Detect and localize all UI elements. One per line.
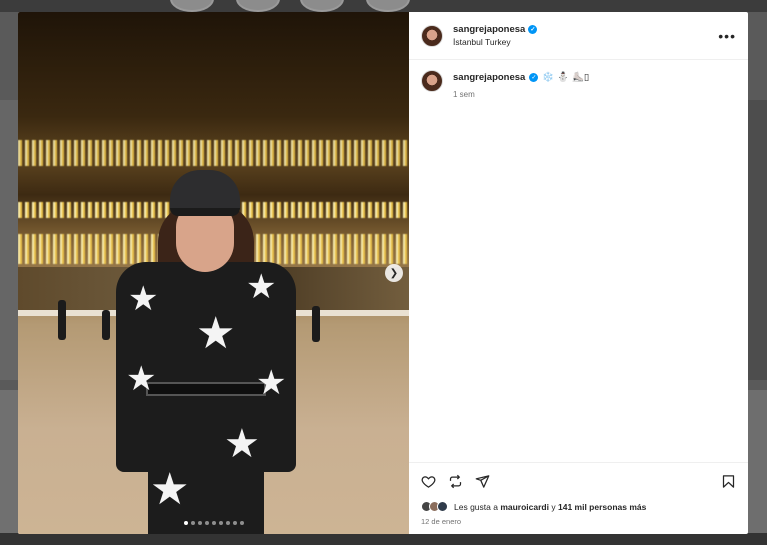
caption: sangrejaponesa ✓ ❄️ ⛄ ⛸️▯ 1 sem: [409, 60, 748, 109]
star-icon: ★: [246, 267, 277, 307]
caption-text: ❄️ ⛄ ⛸️▯: [542, 72, 590, 83]
caption-timestamp[interactable]: 1 sem: [453, 90, 589, 99]
likes-count-link[interactable]: 141 mil personas más: [558, 502, 646, 512]
liker-avatars: [421, 501, 448, 512]
post-details: sangrejaponesa ✓ İstanbul Turkey ••• san…: [409, 12, 748, 534]
next-slide-button[interactable]: ❯: [385, 264, 403, 282]
carousel-dot: [239, 521, 244, 525]
woman-in-star-jacket: ★ ★ ★ ★ ★ ★ ★: [106, 162, 306, 534]
action-bar: [421, 471, 736, 491]
background-skater: [312, 306, 320, 342]
avatar[interactable]: [421, 70, 443, 92]
post-footer: Les gusta a mauroicardi y 141 mil person…: [409, 462, 748, 534]
avatar: [437, 501, 448, 512]
carousel-indicator: [18, 521, 409, 525]
background-tile: [748, 100, 767, 380]
star-icon: ★: [150, 464, 190, 515]
caption-username-link[interactable]: sangrejaponesa: [453, 72, 525, 83]
likes-connector: y: [551, 501, 556, 512]
post-modal: ★ ★ ★ ★ ★ ★ ★ ❯ sangrejaponesa ✓ İstanbu…: [18, 12, 748, 534]
chevron-right-icon: ❯: [389, 267, 399, 279]
carousel-dot: [225, 521, 230, 525]
carousel-dot: [190, 521, 195, 525]
star-icon: ★: [196, 308, 236, 359]
carousel-dot: [197, 521, 202, 525]
carousel-dot: [183, 521, 188, 525]
send-icon[interactable]: [475, 474, 490, 489]
more-horizontal-icon[interactable]: •••: [718, 28, 736, 44]
background-tile: [0, 390, 18, 540]
carousel-dot: [232, 521, 237, 525]
star-icon: ★: [224, 421, 260, 467]
post-image[interactable]: ★ ★ ★ ★ ★ ★ ★ ❯: [18, 12, 409, 534]
repost-icon[interactable]: [448, 474, 463, 489]
background-tile: [748, 390, 767, 540]
verified-badge-icon: ✓: [528, 25, 538, 34]
star-icon: ★: [128, 279, 159, 319]
star-icon: ★: [256, 363, 287, 403]
star-icon: ★: [126, 359, 157, 399]
avatar[interactable]: [421, 24, 443, 47]
likes-prefix: Les gusta a: [454, 501, 498, 512]
background-tile: [0, 100, 18, 380]
background-bottom: [0, 533, 767, 545]
belt: [146, 382, 266, 396]
carousel-dot: [211, 521, 216, 525]
beanie: [170, 170, 240, 216]
bookmark-icon[interactable]: [721, 474, 736, 489]
carousel-dot: [204, 521, 209, 525]
post-header: sangrejaponesa ✓ İstanbul Turkey •••: [409, 12, 748, 60]
location-link[interactable]: İstanbul Turkey: [453, 37, 537, 47]
verified-badge-icon: ✓: [529, 73, 539, 82]
heart-icon[interactable]: [421, 474, 436, 489]
post-date[interactable]: 12 de enero: [421, 517, 736, 526]
liker-username-link[interactable]: mauroicardi: [500, 502, 549, 512]
carousel-dot: [218, 521, 223, 525]
username-link[interactable]: sangrejaponesa: [453, 24, 525, 35]
likes-summary[interactable]: Les gusta a mauroicardi y 141 mil person…: [421, 501, 736, 512]
background-skater: [58, 300, 66, 340]
